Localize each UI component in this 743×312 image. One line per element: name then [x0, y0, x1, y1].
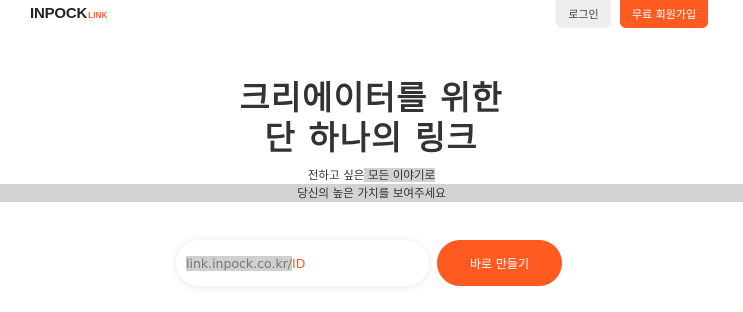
- subtitle-line-1-highlight: 모든 이야기로: [364, 168, 436, 182]
- link-id-placeholder[interactable]: ID: [292, 256, 305, 271]
- signup-button[interactable]: 무료 회원가입: [620, 0, 708, 28]
- logo-sub-text: LINK: [88, 11, 108, 20]
- login-button[interactable]: 로그인: [556, 0, 611, 28]
- link-url-prefix: link.inpock.co.kr/: [186, 255, 293, 271]
- inpock-link-logo[interactable]: INPOCK LINK: [30, 5, 108, 23]
- hero-heading: 크리에이터를 위한 단 하나의 링크: [0, 78, 743, 158]
- subtitle-line-2: 당신의 높은 가치를 보여주세요: [0, 184, 743, 202]
- hero-line-1: 크리에이터를 위한: [239, 78, 504, 117]
- subtitle-line-1: 전하고 싶은 모든 이야기로: [0, 166, 743, 184]
- link-id-input[interactable]: link.inpock.co.kr/ID: [176, 240, 429, 286]
- hero-line-2: 단 하나의 링크: [264, 118, 479, 157]
- subtitle-line-1-plain: 전하고 싶은: [307, 168, 365, 182]
- make-now-button[interactable]: 바로 만들기: [437, 240, 562, 286]
- hero-subtitle: 전하고 싶은 모든 이야기로 당신의 높은 가치를 보여주세요: [0, 166, 743, 202]
- logo-main-text: INPOCK: [30, 5, 88, 22]
